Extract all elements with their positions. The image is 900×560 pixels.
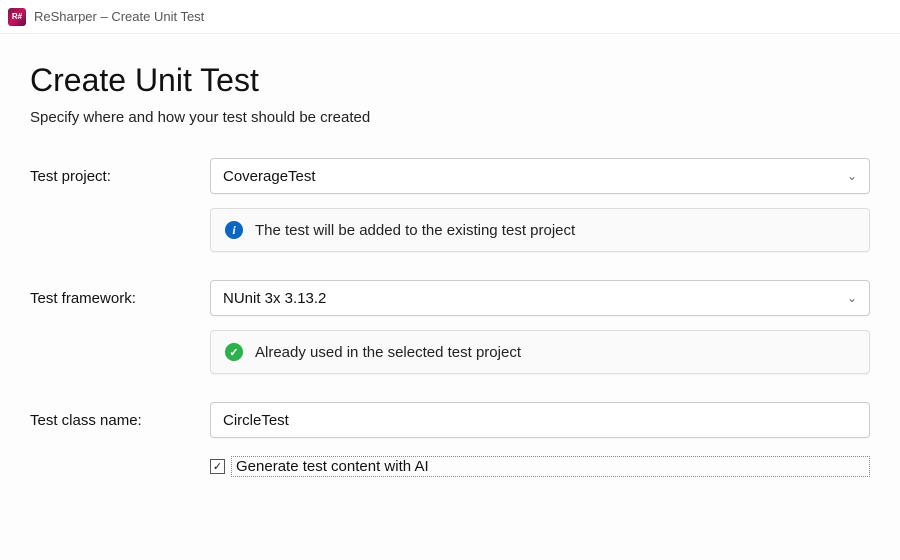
test-project-label: Test project: bbox=[30, 168, 210, 185]
titlebar: ReSharper – Create Unit Test bbox=[0, 0, 900, 34]
test-project-value: CoverageTest bbox=[223, 168, 316, 185]
test-class-name-input[interactable] bbox=[210, 402, 870, 438]
test-class-name-row: Test class name: bbox=[30, 402, 870, 438]
dialog-content: Create Unit Test Specify where and how y… bbox=[0, 34, 900, 560]
generate-ai-checkbox[interactable]: ✓ bbox=[210, 459, 225, 474]
generate-ai-checkbox-label[interactable]: Generate test content with AI bbox=[231, 456, 870, 477]
page-title: Create Unit Test bbox=[30, 62, 870, 99]
test-framework-value: NUnit 3x 3.13.2 bbox=[223, 290, 326, 307]
test-class-name-label: Test class name: bbox=[30, 412, 210, 429]
info-icon: i bbox=[225, 221, 243, 239]
generate-ai-checkbox-row: ✓ Generate test content with AI bbox=[210, 456, 870, 477]
chevron-down-icon: ⌄ bbox=[847, 291, 857, 305]
test-framework-row: Test framework: NUnit 3x 3.13.2 ⌄ bbox=[30, 280, 870, 316]
test-framework-dropdown[interactable]: NUnit 3x 3.13.2 ⌄ bbox=[210, 280, 870, 316]
check-circle-icon: ✓ bbox=[225, 343, 243, 361]
test-project-dropdown[interactable]: CoverageTest ⌄ bbox=[210, 158, 870, 194]
test-project-info: i The test will be added to the existing… bbox=[210, 208, 870, 252]
resharper-app-icon bbox=[8, 8, 26, 26]
test-framework-info-text: Already used in the selected test projec… bbox=[255, 344, 521, 361]
chevron-down-icon: ⌄ bbox=[847, 169, 857, 183]
page-subtitle: Specify where and how your test should b… bbox=[30, 109, 870, 126]
test-project-row: Test project: CoverageTest ⌄ bbox=[30, 158, 870, 194]
window-title: ReSharper – Create Unit Test bbox=[34, 9, 204, 24]
test-framework-info: ✓ Already used in the selected test proj… bbox=[210, 330, 870, 374]
test-project-info-text: The test will be added to the existing t… bbox=[255, 222, 575, 239]
test-framework-label: Test framework: bbox=[30, 290, 210, 307]
